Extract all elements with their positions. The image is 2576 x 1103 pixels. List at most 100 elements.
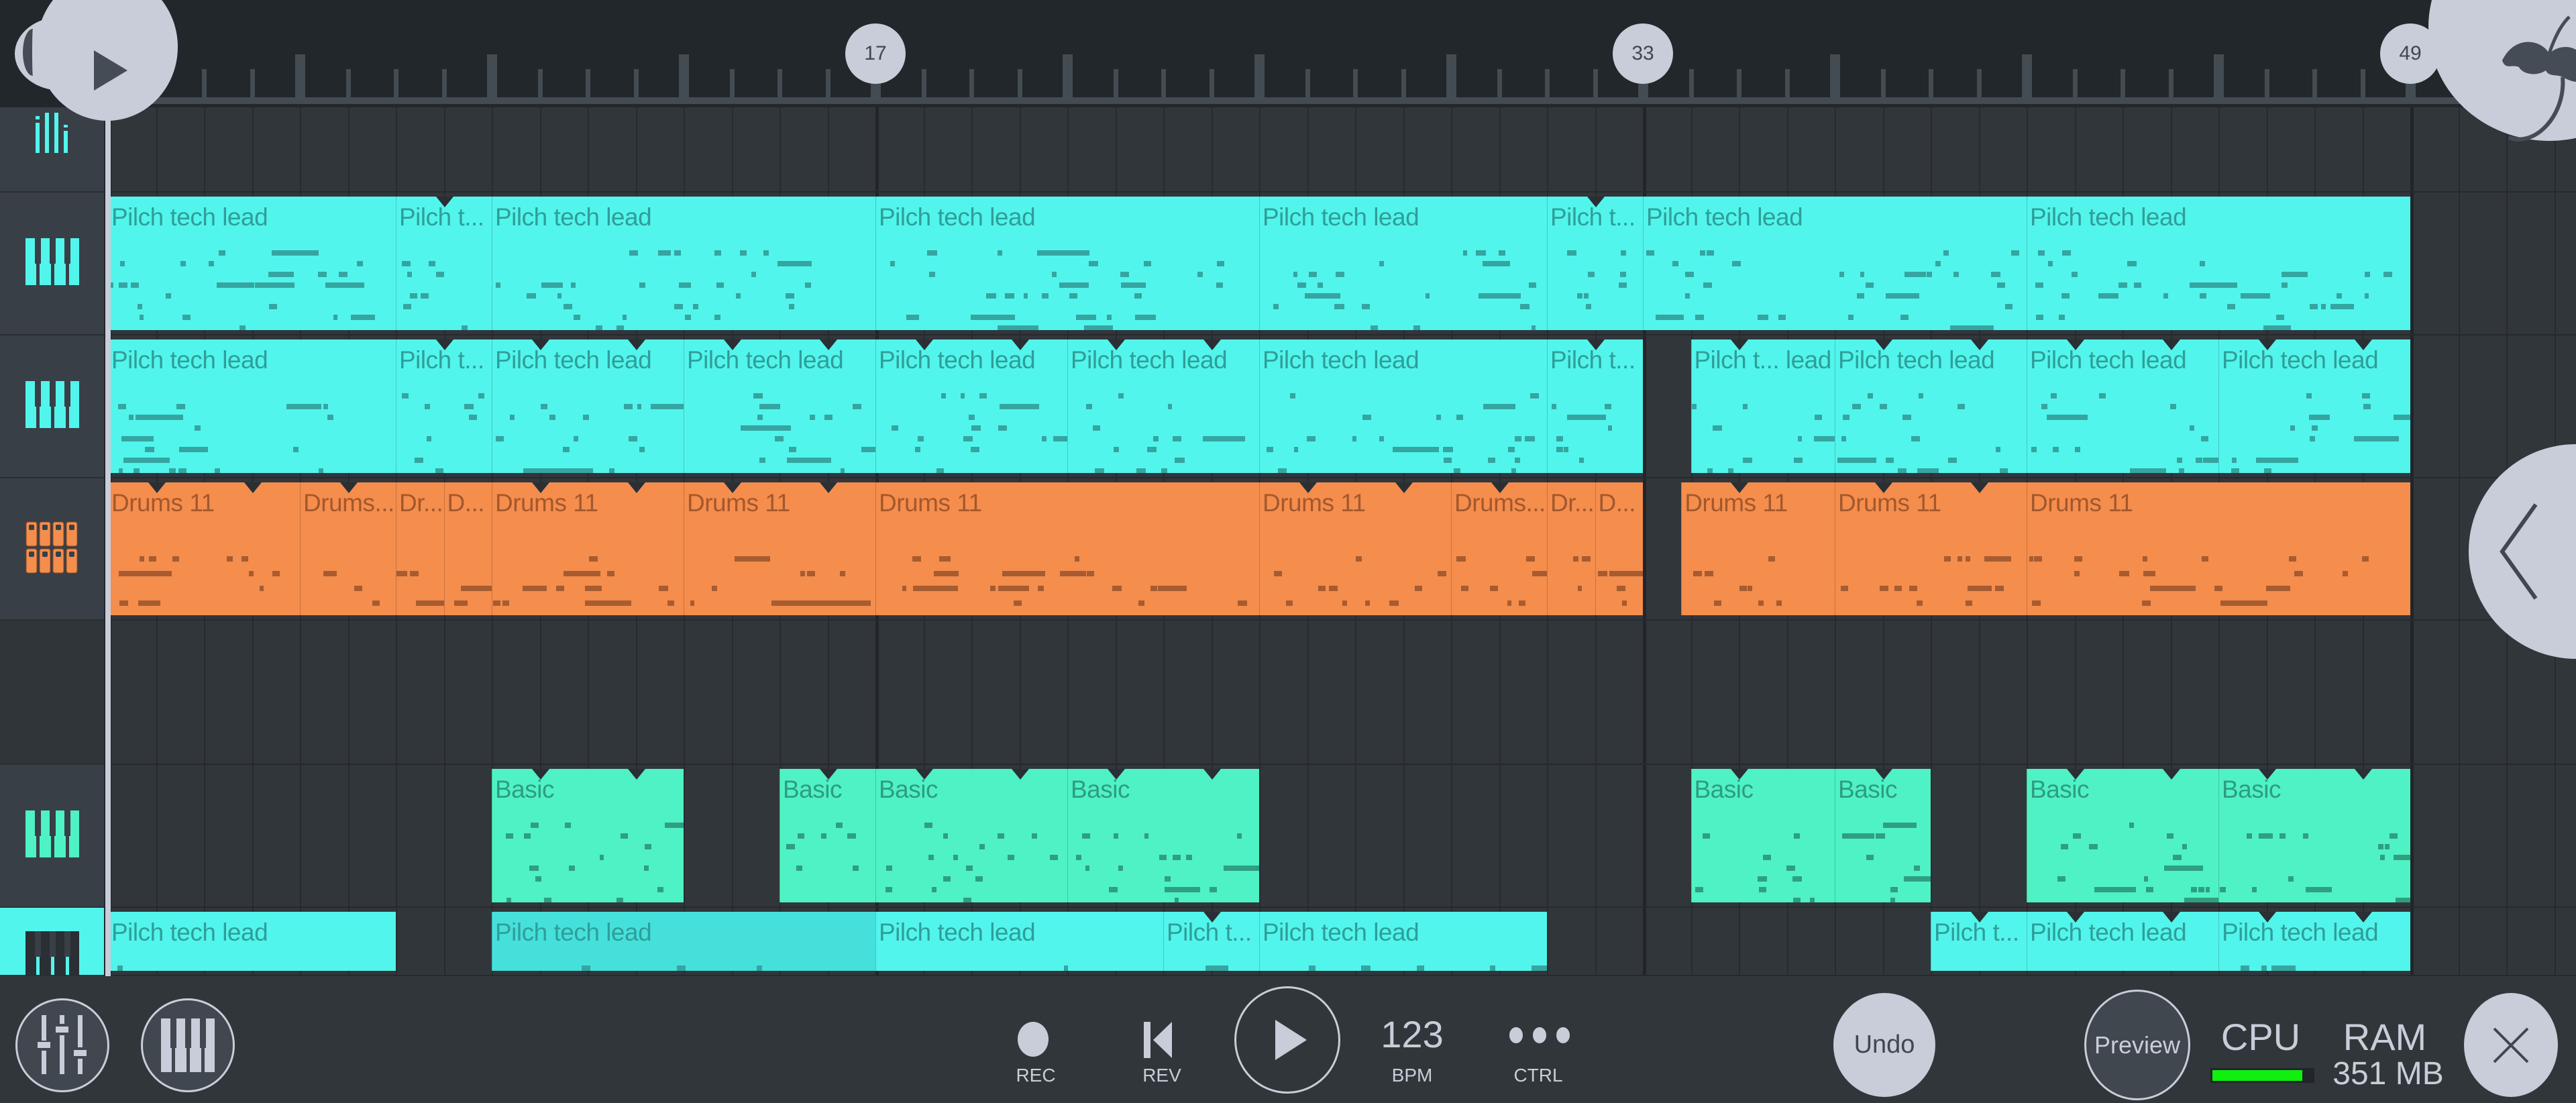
- pattern-clip[interactable]: Basic: [875, 769, 1067, 902]
- track-header[interactable]: [0, 765, 104, 908]
- track-lane[interactable]: Drums 11 Drums... Dr... D... Drums 11 Drums 1…: [108, 478, 2576, 621]
- note-block: [2309, 436, 2316, 441]
- pattern-clip[interactable]: Pilch tech lead: [492, 197, 875, 330]
- timeline-ruler[interactable]: 17 33 49: [0, 0, 2576, 107]
- note-block: [1707, 468, 1713, 473]
- pattern-clip[interactable]: Pilch tech lead: [2027, 197, 2410, 330]
- undo-label: Undo: [1854, 1031, 1915, 1059]
- track-header[interactable]: [0, 621, 104, 765]
- pattern-clip[interactable]: Pilch tech lead: [1259, 197, 1547, 330]
- piano-roll-button[interactable]: [141, 998, 235, 1092]
- pattern-clip[interactable]: Pilch tech lead: [1643, 197, 2027, 330]
- pattern-clip[interactable]: Pilch tech lead: [1835, 339, 2027, 473]
- pattern-clip[interactable]: Pilch t...: [1547, 339, 1643, 473]
- loop-marker: [1011, 339, 1029, 350]
- pattern-clip[interactable]: Pilch tech lead: [875, 912, 1163, 971]
- pattern-clip[interactable]: Pilch tech lead: [108, 912, 396, 971]
- pattern-clip[interactable]: Pilch tech lead: [684, 339, 875, 473]
- pattern-clip[interactable]: Pilch tech lead: [492, 912, 875, 971]
- pattern-clip[interactable]: Pilch t...: [396, 197, 492, 330]
- grid-line: [2123, 621, 2124, 764]
- pattern-clip[interactable]: D...: [1595, 482, 1643, 615]
- pattern-clip[interactable]: Drums 11: [492, 482, 684, 615]
- ruler-tick: [1305, 69, 1310, 97]
- pattern-clip[interactable]: Pilch tech lead: [1259, 339, 1547, 473]
- note-block: [1507, 447, 1515, 452]
- track-header[interactable]: [0, 193, 104, 335]
- pattern-clip[interactable]: Drums 11: [2027, 482, 2410, 615]
- track-lane[interactable]: Basic Basic Basic Basic Basic Basic Basic Basic: [108, 765, 2576, 908]
- playhead-line[interactable]: [105, 74, 111, 976]
- pattern-clip[interactable]: Pilch t... lead: [1690, 339, 1835, 473]
- pattern-clip[interactable]: Pilch tech lead: [875, 197, 1259, 330]
- note-block: [757, 415, 763, 420]
- pattern-clip[interactable]: Basic: [1067, 769, 1259, 902]
- pattern-clip[interactable]: Dr...: [1547, 482, 1595, 615]
- pattern-clip[interactable]: Pilch tech lead: [492, 339, 684, 473]
- preview-button[interactable]: Preview: [2084, 990, 2190, 1100]
- track-lane[interactable]: Pilch tech lead Pilch t... Pilch tech lead…: [108, 193, 2576, 335]
- track-lane[interactable]: Pilch tech lead Pilch t... Pilch tech lead…: [108, 335, 2576, 478]
- pattern-clip[interactable]: Pilch t...: [1931, 912, 2027, 971]
- pattern-clip[interactable]: Pilch tech lead: [108, 197, 396, 330]
- pattern-clip[interactable]: Drums 11: [875, 482, 1259, 615]
- bar-marker-17[interactable]: 17: [845, 23, 906, 84]
- pattern-clip[interactable]: Dr...: [396, 482, 444, 615]
- note-block: [2121, 571, 2130, 576]
- note-block: [1742, 458, 1750, 463]
- track-header[interactable]: [0, 478, 104, 621]
- pattern-clip[interactable]: Pilch tech lead: [2218, 912, 2410, 971]
- track-lane[interactable]: [108, 621, 2576, 765]
- pattern-clip[interactable]: Pilch tech lead: [2027, 912, 2218, 971]
- pattern-clip[interactable]: Drums 11: [684, 482, 875, 615]
- pattern-clip[interactable]: Drums 11: [1835, 482, 2027, 615]
- pattern-clip[interactable]: Drums...: [300, 482, 396, 615]
- grid-line: [1163, 107, 1165, 191]
- note-block: [1285, 600, 1293, 606]
- pattern-clip[interactable]: Pilch tech lead: [108, 339, 396, 473]
- grid-line: [252, 621, 254, 764]
- track-header[interactable]: [0, 107, 104, 193]
- mixer-button[interactable]: [15, 998, 109, 1092]
- pattern-clip[interactable]: Basic: [2027, 769, 2218, 902]
- loop-marker: [1011, 769, 1029, 780]
- pattern-clip[interactable]: Drums...: [1451, 482, 1547, 615]
- pattern-clip[interactable]: Basic: [780, 769, 875, 902]
- undo-button[interactable]: Undo: [1833, 993, 1935, 1097]
- play-button[interactable]: [1234, 986, 1340, 1094]
- pattern-clip[interactable]: Basic: [1690, 769, 1835, 902]
- pattern-clip[interactable]: Pilch tech lead: [2027, 339, 2218, 473]
- note-block: [1443, 458, 1452, 463]
- pattern-clip[interactable]: Pilch tech lead: [875, 339, 1067, 473]
- pattern-clip[interactable]: Pilch t...: [396, 339, 492, 473]
- track-lane[interactable]: [108, 107, 2576, 193]
- track-header[interactable]: [0, 335, 104, 478]
- note-block: [997, 250, 1003, 256]
- note-block: [1531, 965, 1547, 971]
- bpm-value[interactable]: 123: [1368, 1012, 1456, 1056]
- note-block: [2395, 898, 2410, 902]
- pattern-clip[interactable]: Pilch t...: [1163, 912, 1259, 971]
- pattern-clip[interactable]: Basic: [492, 769, 684, 902]
- track-lane[interactable]: Pilch tech lead Pilch tech lead Pilch tech…: [108, 908, 2576, 976]
- note-block: [1656, 315, 1684, 320]
- note-block: [318, 272, 327, 277]
- track-header[interactable]: [0, 908, 104, 978]
- pattern-clip[interactable]: Pilch tech lead: [1067, 339, 1259, 473]
- bar-marker-33[interactable]: 33: [1613, 23, 1673, 84]
- timeline-strip[interactable]: [107, 97, 2576, 104]
- pattern-clip[interactable]: Basic: [1835, 769, 1931, 902]
- pattern-clip[interactable]: Pilch tech lead: [1259, 912, 1547, 971]
- pattern-clip[interactable]: Drums 11: [1681, 482, 1835, 615]
- note-block: [1010, 315, 1015, 320]
- pattern-clip[interactable]: Pilch tech lead: [2218, 339, 2410, 473]
- pattern-clip[interactable]: Drums 11: [1259, 482, 1451, 615]
- note-block: [2163, 293, 2168, 299]
- pattern-clip[interactable]: Drums 11: [108, 482, 300, 615]
- close-button[interactable]: [2464, 993, 2558, 1097]
- pattern-clip[interactable]: D...: [443, 482, 492, 615]
- skip-back-icon: [1144, 1022, 1172, 1058]
- ruler-tick: [969, 69, 974, 97]
- pattern-clip[interactable]: Basic: [2218, 769, 2410, 902]
- pattern-clip[interactable]: Pilch t...: [1547, 197, 1643, 330]
